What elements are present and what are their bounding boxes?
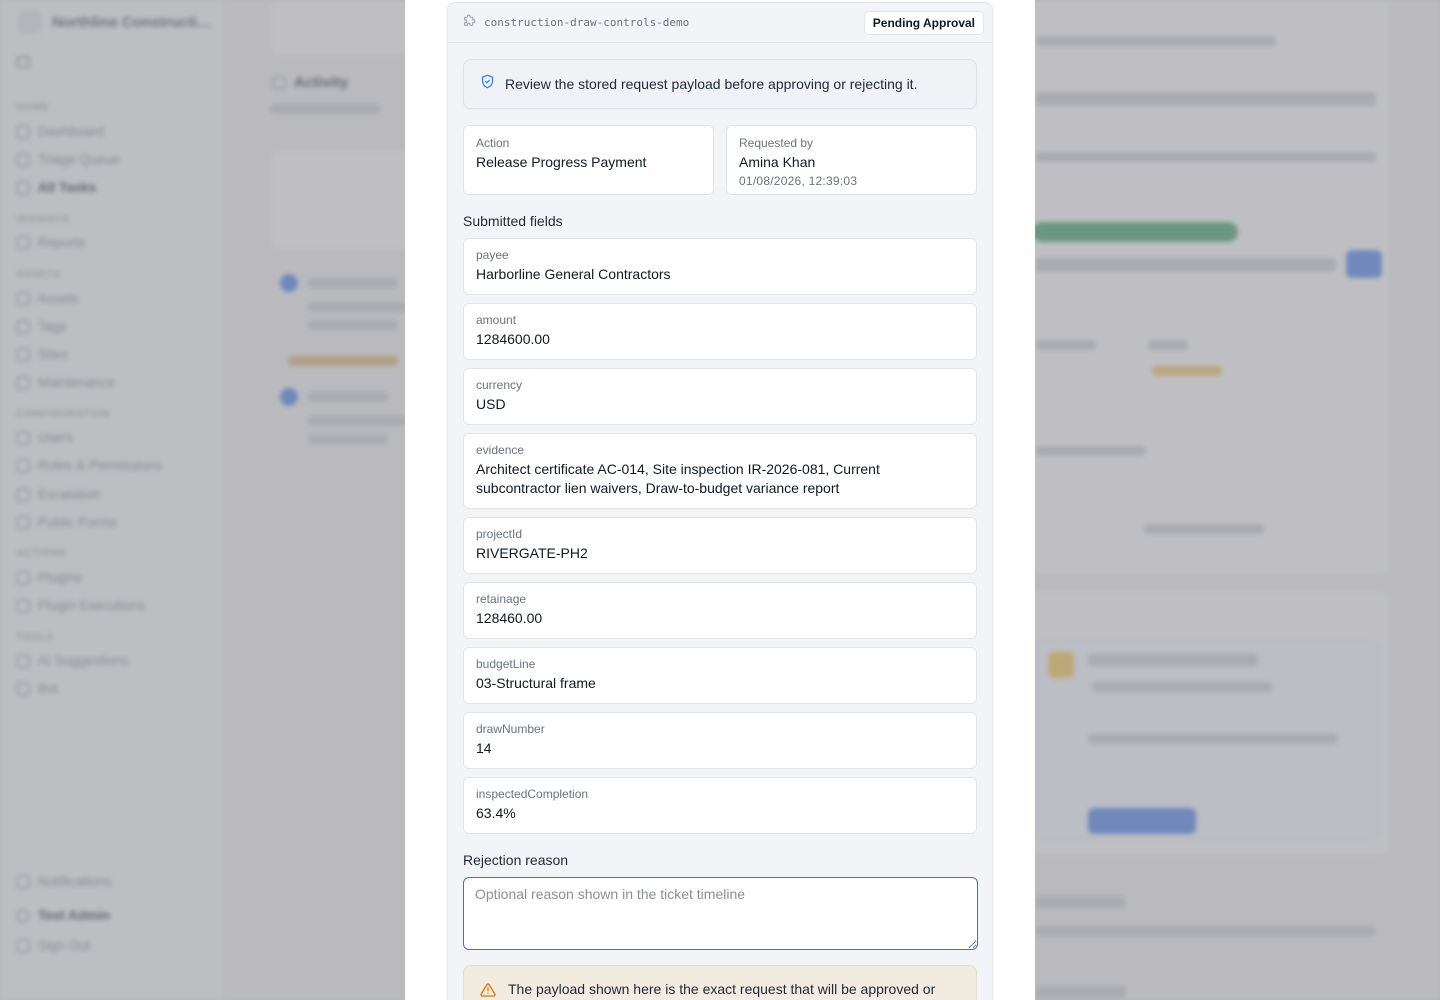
- request-panel: construction-draw-controls-demo Pending …: [447, 2, 993, 1000]
- payload-warning-banner: The payload shown here is the exact requ…: [463, 965, 977, 1000]
- field-key: projectId: [476, 527, 523, 541]
- field-value: RIVERGATE-PH2: [476, 545, 588, 561]
- field-key: currency: [476, 378, 523, 392]
- field-key: inspectedCompletion: [476, 787, 589, 801]
- field-value: USD: [476, 396, 506, 412]
- action-card: Action Release Progress Payment: [463, 125, 714, 195]
- field-inspected-completion: inspectedCompletion 63.4%: [463, 777, 977, 834]
- warning-triangle-icon: [480, 980, 496, 1000]
- field-amount: amount 1284600.00: [463, 303, 977, 360]
- plugin-label: construction-draw-controls-demo: [463, 14, 689, 32]
- field-key: drawNumber: [476, 722, 545, 736]
- field-key: budgetLine: [476, 657, 536, 671]
- field-value: 14: [476, 740, 492, 756]
- field-evidence: evidence Architect certificate AC-014, S…: [463, 433, 977, 509]
- field-value: 128460.00: [476, 610, 543, 626]
- field-value: 1284600.00: [476, 331, 550, 347]
- plugin-name: construction-draw-controls-demo: [484, 16, 690, 29]
- requester-name: Amina Khan: [739, 154, 816, 170]
- field-retainage: retainage 128460.00: [463, 582, 977, 639]
- puzzle-icon: [463, 14, 476, 32]
- approval-modal: construction-draw-controls-demo Pending …: [405, 0, 1035, 1000]
- submitted-fields-title: Submitted fields: [463, 213, 563, 229]
- panel-header: construction-draw-controls-demo Pending …: [448, 3, 992, 43]
- action-value: Release Progress Payment: [476, 154, 647, 170]
- field-project-id: projectId RIVERGATE-PH2: [463, 517, 977, 574]
- requested-by-label: Requested by: [739, 136, 814, 150]
- field-key: retainage: [476, 592, 527, 606]
- field-payee: payee Harborline General Contractors: [463, 238, 977, 295]
- review-info-banner: Review the stored request payload before…: [463, 59, 977, 109]
- field-value: Architect certificate AC-014, Site inspe…: [476, 461, 880, 496]
- request-meta: Action Release Progress Payment Requeste…: [463, 125, 977, 195]
- info-message: Review the stored request payload before…: [505, 76, 918, 92]
- rejection-reason-input[interactable]: [463, 877, 978, 950]
- warning-message: The payload shown here is the exact requ…: [508, 981, 936, 1000]
- rejection-reason-label: Rejection reason: [463, 852, 569, 868]
- field-key: amount: [476, 313, 517, 327]
- field-currency: currency USD: [463, 368, 977, 425]
- action-label: Action: [476, 136, 510, 150]
- field-key: payee: [476, 248, 509, 262]
- field-draw-number: drawNumber 14: [463, 712, 977, 769]
- field-value: 03-Structural frame: [476, 675, 596, 691]
- field-value: Harborline General Contractors: [476, 266, 671, 282]
- field-value: 63.4%: [476, 805, 516, 821]
- requested-by-card: Requested by Amina Khan 01/08/2026, 12:3…: [726, 125, 977, 195]
- request-timestamp: 01/08/2026, 12:39:03: [739, 174, 858, 188]
- field-budget-line: budgetLine 03-Structural frame: [463, 647, 977, 704]
- status-badge: Pending Approval: [863, 10, 984, 35]
- panel-content: Review the stored request payload before…: [448, 43, 992, 1000]
- field-key: evidence: [476, 443, 525, 457]
- shield-check-icon: [480, 74, 495, 94]
